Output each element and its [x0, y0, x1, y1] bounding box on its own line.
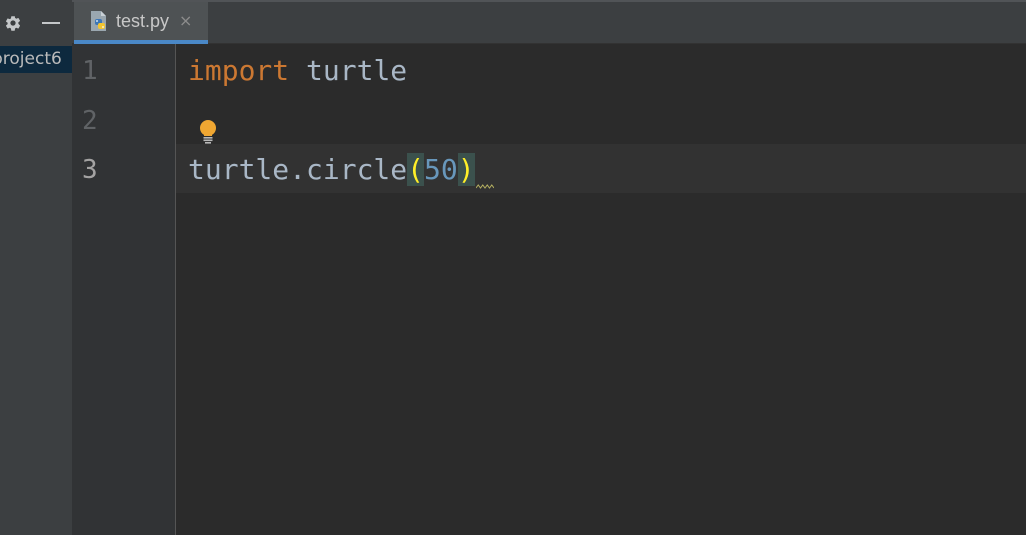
number-literal: 50 [424, 153, 458, 186]
tab-test-py[interactable]: test.py × [74, 2, 208, 44]
project-tree-root[interactable]: project6 [0, 46, 72, 73]
editor-tab-bar: test.py × [72, 0, 1026, 44]
project-toolbar [0, 0, 72, 44]
tab-label: test.py [116, 10, 170, 31]
keyword-import: import [188, 54, 290, 87]
line-number-3: 3 [82, 155, 98, 185]
line-number-1: 1 [82, 56, 98, 86]
project-tool-window: project6 [0, 0, 72, 535]
code-line-3[interactable]: turtle.circle(50) [188, 145, 475, 195]
python-file-icon [91, 11, 106, 31]
minimize-icon[interactable] [40, 13, 62, 33]
close-icon[interactable]: × [179, 13, 192, 29]
open-paren: ( [407, 153, 425, 186]
line-number-2: 2 [82, 106, 98, 136]
warning-squiggle [476, 184, 494, 189]
close-paren: ) [457, 153, 475, 186]
module-name: turtle [289, 54, 408, 87]
ide-window: project6 test.py × 1 2 3 import turtle [0, 0, 1026, 535]
gear-icon[interactable] [3, 13, 23, 33]
function-call: turtle.circle [188, 153, 408, 186]
project-name-label: project6 [0, 49, 62, 69]
code-line-1[interactable]: import turtle [188, 46, 407, 96]
code-editor[interactable] [176, 44, 1026, 535]
lightbulb-icon[interactable] [197, 119, 219, 145]
